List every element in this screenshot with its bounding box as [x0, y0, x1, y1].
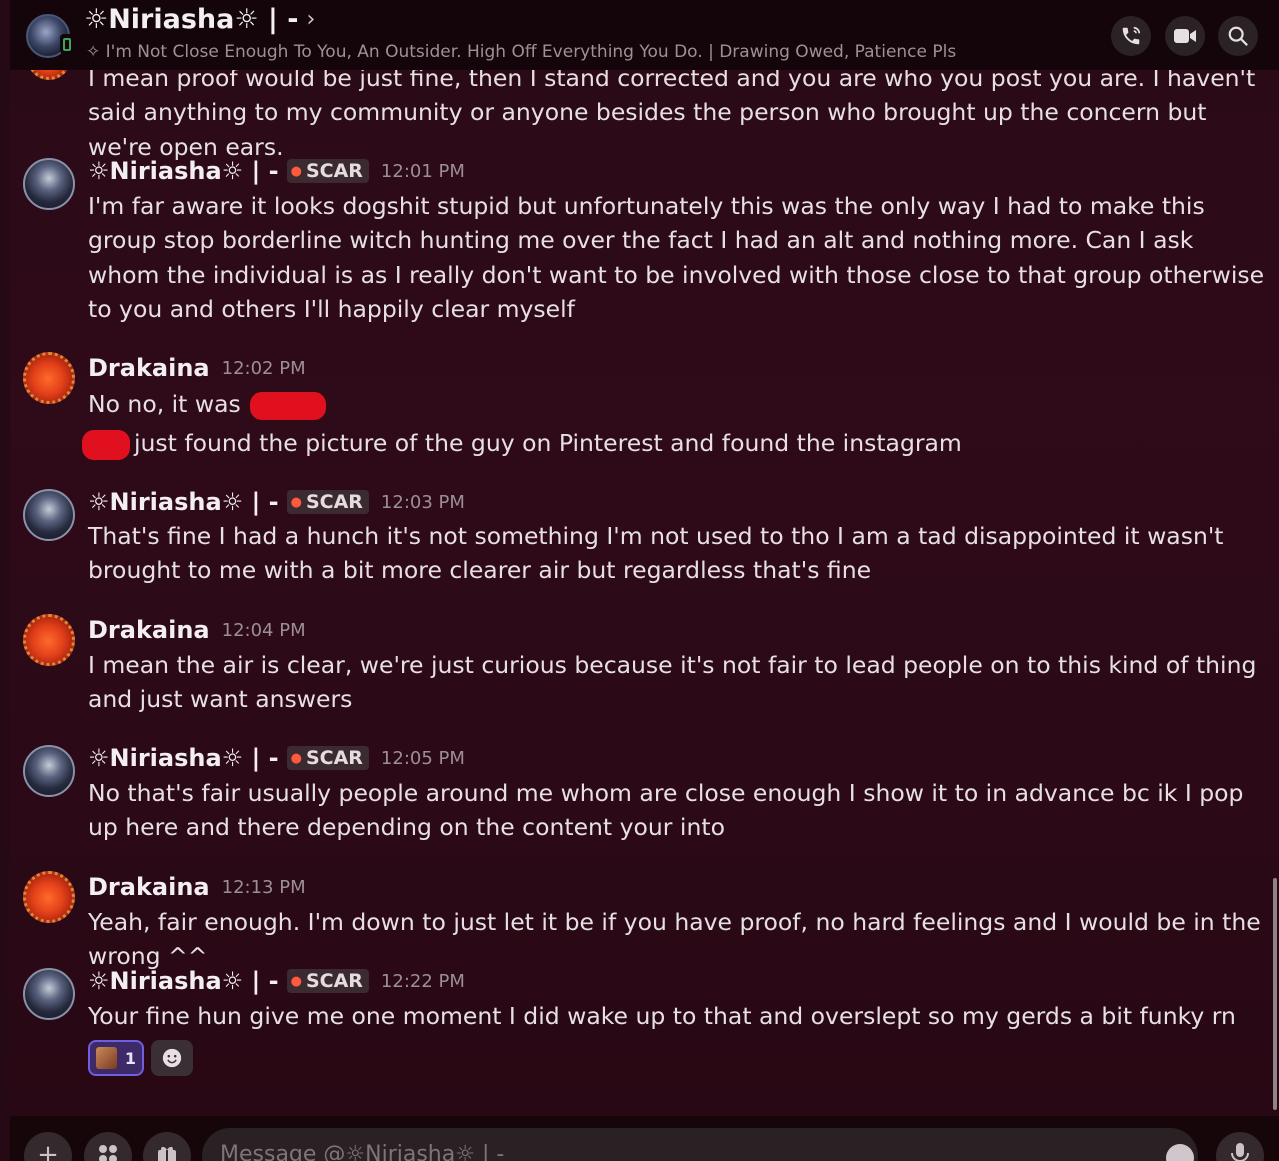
message-text: Yeah, fair enough. I'm down to just let … [88, 908, 1261, 971]
message-author[interactable]: Drakaina [88, 873, 210, 901]
flame-icon: ● [290, 750, 302, 766]
avatar[interactable] [23, 745, 75, 797]
header-title: ☼Niriasha☼ | - [84, 4, 299, 35]
message-timestamp: 12:03 PM [380, 491, 465, 513]
avatar[interactable] [23, 489, 75, 541]
message-author[interactable]: Drakaina [88, 616, 210, 644]
message-author[interactable]: ☼Niriasha☼ | - [88, 488, 279, 516]
avatar[interactable] [23, 158, 75, 210]
emoji-icon [162, 1048, 182, 1068]
flame-icon: ● [290, 494, 302, 510]
mic-icon [1231, 1143, 1249, 1161]
voice-call-button[interactable] [1111, 16, 1151, 56]
add-reaction-button[interactable] [151, 1040, 193, 1076]
header-title-row[interactable]: ☼Niriasha☼ | - › [84, 4, 315, 35]
dm-window: ☼Niriasha☼ | - › ✧ I'm Not Close Enough … [10, 0, 1279, 1161]
avatar[interactable] [23, 614, 75, 666]
apps-icon [99, 1145, 117, 1161]
plus-icon: + [37, 1140, 59, 1161]
server-tag[interactable]: ● SCAR [286, 746, 369, 770]
gift-icon [158, 1146, 176, 1161]
reaction-bar: 1 [88, 1040, 193, 1076]
message-text: Your fine hun give me one moment I did w… [88, 1002, 1236, 1030]
message-timestamp: 12:05 PM [380, 747, 465, 769]
search-button[interactable] [1218, 16, 1258, 56]
header-avatar[interactable] [26, 14, 74, 58]
flame-icon: ● [290, 163, 302, 179]
chevron-right-icon: › [306, 7, 316, 32]
redaction-mark [250, 391, 327, 420]
message-text: No no, it was [88, 387, 1268, 421]
video-call-button[interactable] [1165, 16, 1205, 56]
message-text: I mean the air is clear, we're just curi… [88, 651, 1257, 714]
reaction-chip[interactable]: 1 [88, 1040, 144, 1076]
phone-icon [1122, 26, 1141, 45]
scrollbar[interactable] [1273, 878, 1277, 1110]
message-author[interactable]: ☼Niriasha☼ | - [88, 744, 279, 772]
custom-emoji-icon [96, 1047, 117, 1069]
server-tag[interactable]: ● SCAR [286, 969, 369, 993]
attach-button[interactable]: + [24, 1132, 72, 1161]
avatar[interactable] [23, 352, 75, 404]
message-text: No that's fair usually people around me … [88, 779, 1244, 842]
flame-icon: ● [290, 973, 302, 989]
avatar[interactable] [23, 871, 75, 923]
mobile-status-icon [60, 34, 74, 54]
video-icon [1174, 29, 1196, 43]
message-author[interactable]: Drakaina [88, 354, 210, 382]
message-text: I mean proof would be just fine, then I … [88, 64, 1256, 161]
message-text: just found the picture of the guy on Pin… [82, 426, 1262, 460]
header-custom-status: ✧ I'm Not Close Enough To You, An Outsid… [86, 42, 957, 62]
message-timestamp: 12:13 PM [221, 876, 306, 898]
message-timestamp: 12:01 PM [380, 160, 465, 182]
message-author[interactable]: ☼Niriasha☼ | - [88, 967, 279, 995]
message-timestamp: 12:04 PM [221, 619, 306, 641]
message-author[interactable]: ☼Niriasha☼ | - [88, 157, 279, 185]
reaction-count: 1 [124, 1048, 136, 1068]
message-composer: + Message @☼Niriasha☼ | - [10, 1116, 1279, 1161]
voice-message-button[interactable] [1216, 1132, 1264, 1161]
message-timestamp: 12:22 PM [380, 970, 465, 992]
message-text: That's fine I had a hunch it's not somet… [88, 522, 1224, 585]
message-text: I'm far aware it looks dogshit stupid bu… [88, 192, 1265, 323]
server-tag[interactable]: ● SCAR [286, 159, 369, 183]
server-tag[interactable]: ● SCAR [286, 490, 369, 514]
search-icon [1228, 26, 1248, 46]
gift-button[interactable] [143, 1132, 191, 1161]
message-timestamp: 12:02 PM [221, 357, 306, 379]
message-input[interactable]: Message @☼Niriasha☼ | - [202, 1128, 1198, 1161]
redaction-mark [82, 429, 130, 460]
channel-header: ☼Niriasha☼ | - › ✧ I'm Not Close Enough … [10, 0, 1279, 70]
apps-button[interactable] [84, 1132, 132, 1161]
avatar[interactable] [23, 968, 75, 1020]
